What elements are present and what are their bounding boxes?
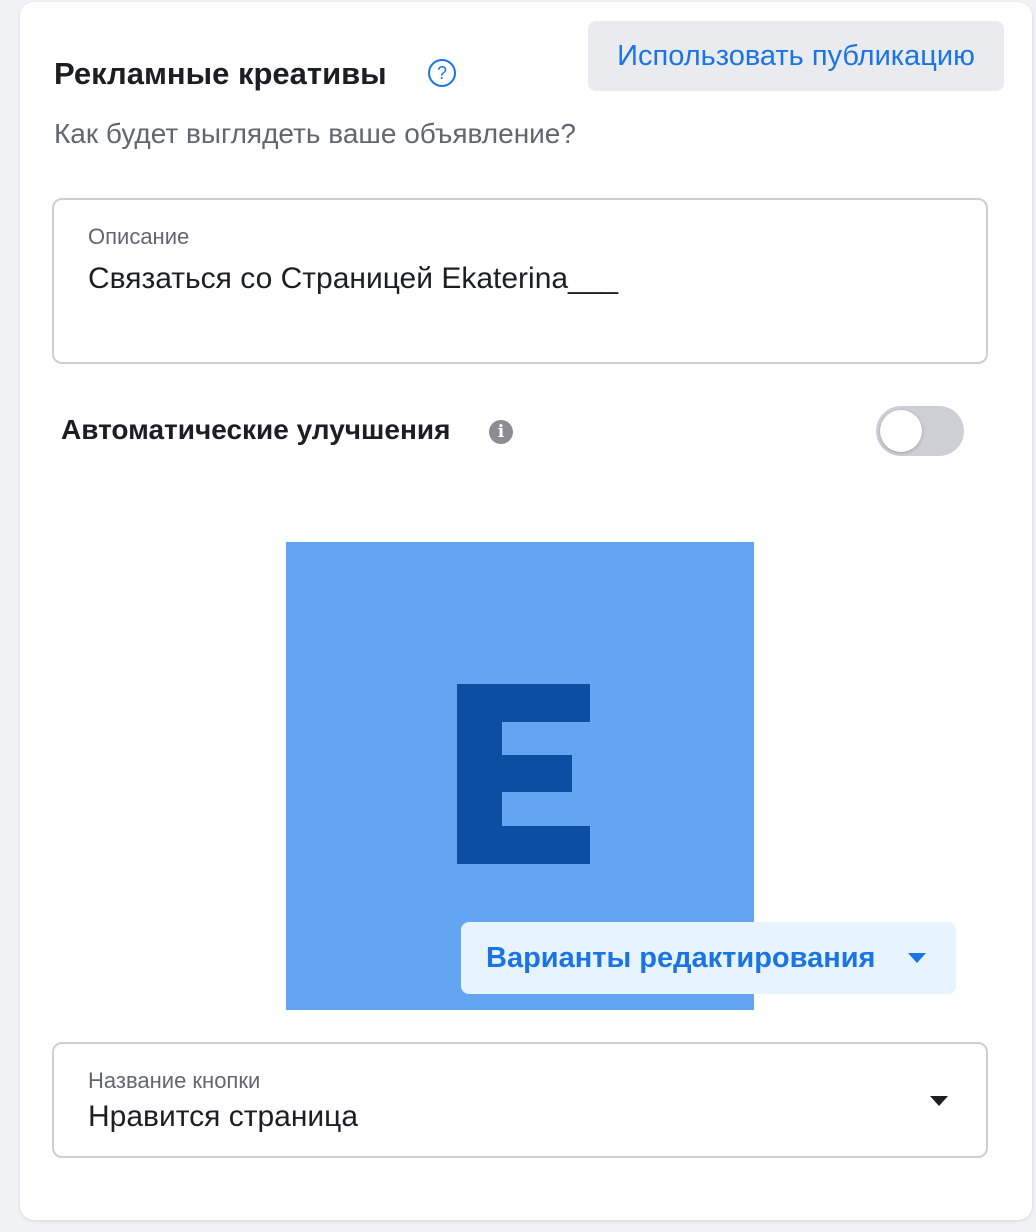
help-icon[interactable]: ? [428,59,456,87]
button-name-select[interactable]: Название кнопки Нравится страница [52,1042,988,1158]
button-name-label: Название кнопки [88,1068,261,1093]
use-post-button[interactable]: Использовать публикацию [588,21,1004,91]
edit-options-button[interactable]: Варианты редактирования [461,922,956,994]
description-value[interactable]: Связаться со Страницей Ekaterina___ [88,262,618,296]
description-field[interactable]: Описание Связаться со Страницей Ekaterin… [52,198,988,364]
info-icon[interactable]: i [489,420,513,444]
toggle-knob [880,410,922,452]
chevron-down-icon [930,1096,948,1106]
section-title: Рекламные креативы [54,56,387,91]
auto-enhancements-toggle[interactable] [876,406,964,456]
section-subtitle: Как будет выглядеть ваше объявление? [54,118,576,149]
button-name-value: Нравится страница [88,1100,359,1133]
edit-options-label: Варианты редактирования [486,942,876,974]
description-label: Описание [88,224,190,249]
ad-creatives-card: Рекламные креативы ? Использовать публик… [20,2,1032,1220]
auto-enhancements-label: Автоматические улучшения [61,414,451,445]
chevron-down-icon [908,953,926,963]
